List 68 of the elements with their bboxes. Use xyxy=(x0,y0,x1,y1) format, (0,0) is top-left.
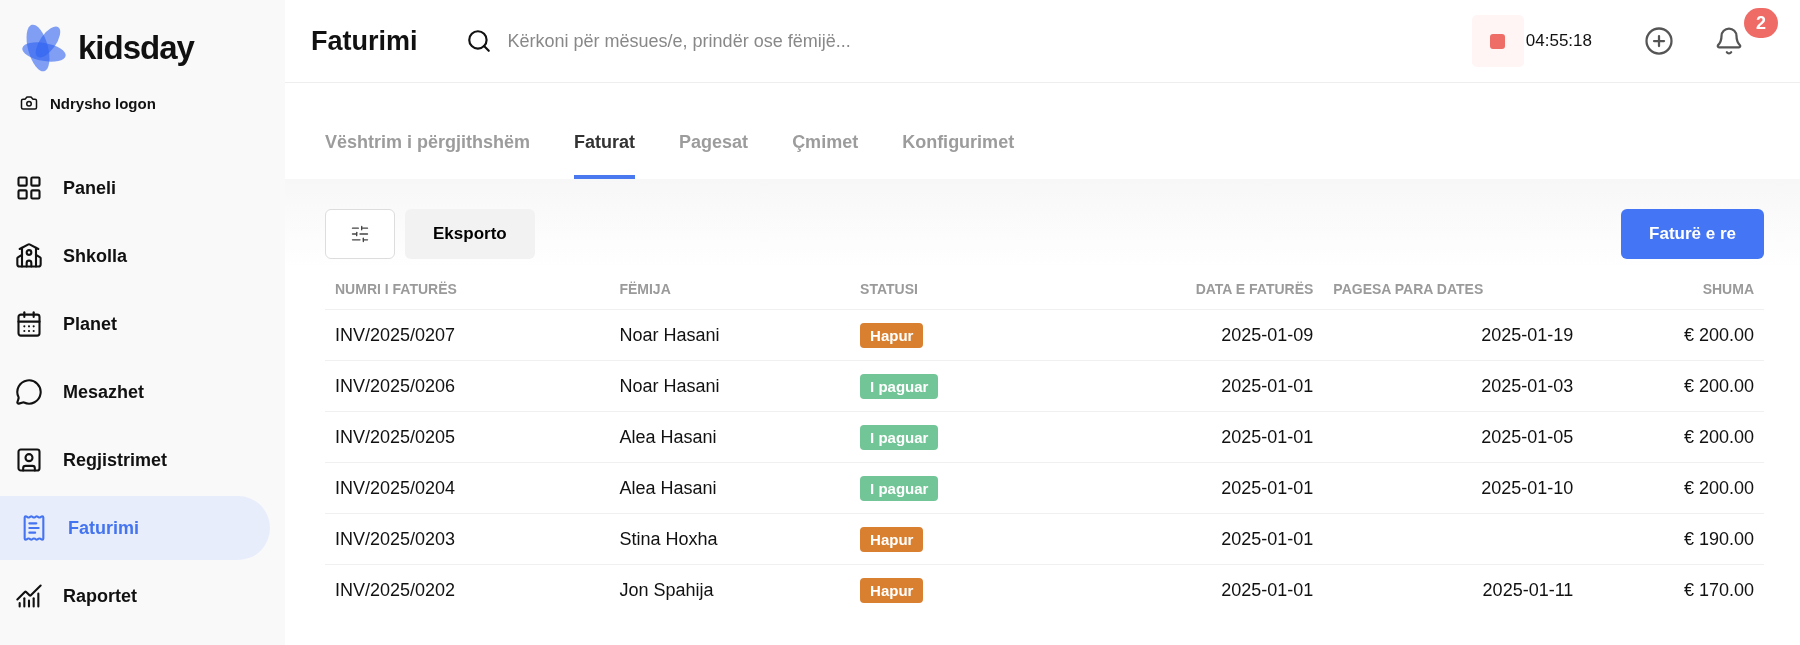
table-cell: 2025-01-10 xyxy=(1323,462,1584,514)
column-header: NUMRI I FATURËS xyxy=(325,281,610,310)
table-cell: Jon Spahija xyxy=(609,564,851,615)
table-cell: € 170.00 xyxy=(1583,564,1764,615)
sidebar-item[interactable]: Raportet xyxy=(0,564,270,628)
column-header: DATA E FATURËS xyxy=(1047,281,1324,310)
status-badge: Hapur xyxy=(860,322,924,348)
sliders-icon xyxy=(350,224,370,244)
camera-icon xyxy=(20,94,38,112)
sidebar-item[interactable]: Shkolla xyxy=(0,224,270,288)
add-button[interactable] xyxy=(1644,26,1674,56)
table-cell: € 190.00 xyxy=(1583,513,1764,565)
table-cell: 2025-01-01 xyxy=(1047,411,1324,463)
table-cell: € 200.00 xyxy=(1583,309,1764,361)
page-title: Faturimi xyxy=(311,25,418,57)
sidebar-item[interactable]: Regjistrimet xyxy=(0,428,270,492)
chart-icon xyxy=(15,582,43,610)
table-cell: INV/2025/0202 xyxy=(325,564,610,615)
stop-button[interactable] xyxy=(1471,15,1524,67)
column-header: FËMIJA xyxy=(609,281,851,310)
export-button[interactable]: Eksporto xyxy=(405,209,535,259)
table-cell: INV/2025/0206 xyxy=(325,360,610,412)
filter-button[interactable] xyxy=(325,209,395,259)
sidebar-item[interactable]: Paneli xyxy=(0,156,270,220)
timer: 04:55:18 xyxy=(1525,31,1592,51)
notification-badge: 2 xyxy=(1744,8,1778,38)
table-cell: 2025-01-03 xyxy=(1323,360,1584,412)
table-cell: 2025-01-01 xyxy=(1047,360,1324,412)
brand-name: kidsday xyxy=(78,29,194,67)
table-cell: Noar Hasani xyxy=(609,309,851,361)
table-cell: € 200.00 xyxy=(1583,462,1764,514)
table-cell: 2025-01-11 xyxy=(1323,564,1584,615)
table-cell: INV/2025/0204 xyxy=(325,462,610,514)
column-header: SHUMA xyxy=(1583,281,1764,310)
school-icon xyxy=(15,242,43,270)
search-icon xyxy=(465,28,492,54)
sidebar-item[interactable]: Planet xyxy=(0,292,270,356)
table-cell: 2025-01-01 xyxy=(1047,564,1324,615)
table-cell: Stina Hoxha xyxy=(609,513,851,565)
change-logo-link[interactable]: Ndrysho logon xyxy=(20,94,156,112)
table-cell: 2025-01-01 xyxy=(1047,513,1324,565)
status-badge: Hapur xyxy=(860,526,924,552)
table-cell: € 200.00 xyxy=(1583,360,1764,412)
status-badge: I paguar xyxy=(860,475,939,501)
table-cell: Alea Hasani xyxy=(609,411,851,463)
column-header: STATUSI xyxy=(850,281,1048,310)
table-cell: 2025-01-09 xyxy=(1047,309,1324,361)
status-badge: I paguar xyxy=(860,373,939,399)
table-cell: € 200.00 xyxy=(1583,411,1764,463)
calendar-icon xyxy=(15,310,43,338)
column-header: PAGESA PARA DATES xyxy=(1323,281,1584,310)
status-badge: I paguar xyxy=(860,424,939,450)
new-invoice-button[interactable]: Faturë e re xyxy=(1621,209,1764,259)
sidebar-item[interactable]: Mesazhet xyxy=(0,360,270,424)
grid-icon xyxy=(15,174,43,202)
table-cell: 2025-01-01 xyxy=(1047,462,1324,514)
status-badge: Hapur xyxy=(860,577,924,603)
table-cell: 2025-01-19 xyxy=(1323,309,1584,361)
chat-icon xyxy=(15,378,43,406)
table-cell: INV/2025/0203 xyxy=(325,513,610,565)
table-cell: INV/2025/0207 xyxy=(325,309,610,361)
person-icon xyxy=(15,446,43,474)
notifications-button[interactable] xyxy=(1714,26,1744,56)
table-cell: 2025-01-05 xyxy=(1323,411,1584,463)
sidebar-item[interactable]: Faturimi xyxy=(0,496,270,560)
table-cell: Noar Hasani xyxy=(609,360,851,412)
table-cell: INV/2025/0205 xyxy=(325,411,610,463)
table-cell: Alea Hasani xyxy=(609,462,851,514)
